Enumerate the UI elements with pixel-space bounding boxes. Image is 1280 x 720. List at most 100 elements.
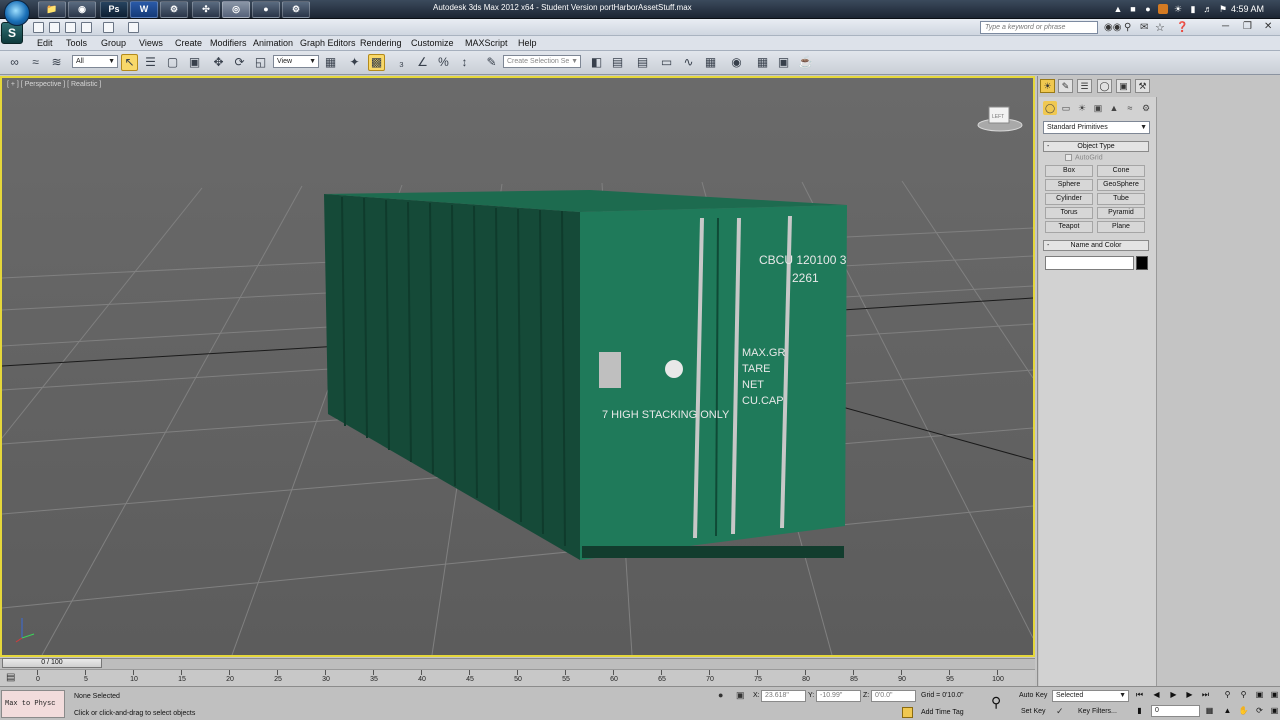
window-crossing-icon[interactable]: ▣ xyxy=(186,54,203,71)
3dsmax-taskbar-icon[interactable]: ◎ xyxy=(222,1,250,18)
steam-icon[interactable]: ⚙ xyxy=(282,1,310,18)
go-to-end-icon[interactable]: ⏭ xyxy=(1199,689,1212,701)
select-manipulate-icon[interactable]: ✦ xyxy=(346,54,363,71)
flag-icon[interactable]: ⚑ xyxy=(1218,4,1228,14)
lock-selection-icon[interactable]: ● xyxy=(718,690,723,700)
maximize-viewport-icon[interactable]: ▣ xyxy=(1268,705,1280,717)
menu-maxscript[interactable]: MAXScript xyxy=(465,38,508,48)
tray-icon[interactable]: ● xyxy=(1143,4,1153,14)
project-folder-icon[interactable] xyxy=(128,22,139,33)
x-coordinate-field[interactable]: 23.618" xyxy=(761,690,806,702)
current-frame-field[interactable]: 0 xyxy=(1151,705,1200,717)
create-tab-icon[interactable]: ☀ xyxy=(1040,79,1055,93)
render-setup-icon[interactable]: ▦ xyxy=(754,54,771,71)
tray-icon[interactable]: ☀ xyxy=(1173,4,1183,14)
tray-icon[interactable] xyxy=(1158,4,1168,14)
name-and-color-rollout[interactable]: - Name and Color xyxy=(1043,240,1149,251)
rectangular-region-icon[interactable]: ▢ xyxy=(164,54,181,71)
shapes-icon[interactable]: ▭ xyxy=(1059,101,1073,115)
green-app-icon[interactable]: ● xyxy=(252,1,280,18)
box-button[interactable]: Box xyxy=(1045,165,1093,177)
reference-coordinate-dropdown[interactable]: View ▼ xyxy=(273,55,319,68)
lights-icon[interactable]: ☀ xyxy=(1075,101,1089,115)
go-to-start-icon[interactable]: ⏮ xyxy=(1133,689,1146,701)
zoom-extents-icon[interactable]: ▣ xyxy=(1253,689,1266,701)
utilities-tab-icon[interactable]: ⚒ xyxy=(1135,79,1150,93)
perspective-viewport[interactable]: 7 HIGH STACKING ONLY CBCU 120100 3 2261 … xyxy=(0,76,1035,657)
menu-modifiers[interactable]: Modifiers xyxy=(210,38,247,48)
save-icon[interactable] xyxy=(65,22,76,33)
menu-rendering[interactable]: Rendering xyxy=(360,38,402,48)
steam-like-icon[interactable]: ⚙ xyxy=(160,1,188,18)
systems-icon[interactable]: ⚙ xyxy=(1139,101,1153,115)
menu-animation[interactable]: Animation xyxy=(253,38,293,48)
filter-icon[interactable]: ✓ xyxy=(1056,706,1064,717)
select-object-icon[interactable]: ↖ xyxy=(121,54,138,71)
spinner-snap-icon[interactable]: ↕ xyxy=(456,54,473,71)
layer-manager-icon[interactable]: ▤ xyxy=(634,54,651,71)
pivot-center-icon[interactable]: ▦ xyxy=(322,54,339,71)
object-color-swatch[interactable] xyxy=(1136,256,1148,270)
menu-help[interactable]: Help xyxy=(518,38,537,48)
open-file-icon[interactable] xyxy=(49,22,60,33)
named-selection-dropdown[interactable]: Create Selection Se ▼ xyxy=(503,55,581,68)
communication-icon[interactable]: ✉ xyxy=(1140,22,1148,33)
time-tag-icon[interactable] xyxy=(902,707,913,718)
space-warps-icon[interactable]: ≈ xyxy=(1123,101,1137,115)
new-file-icon[interactable] xyxy=(33,22,44,33)
angle-snap-icon[interactable]: ∠ xyxy=(414,54,431,71)
menu-views[interactable]: Views xyxy=(139,38,163,48)
volume-icon[interactable]: ♬ xyxy=(1203,4,1213,14)
time-config-icon[interactable]: ▦ xyxy=(1203,705,1216,717)
orbit-icon[interactable]: ⟳ xyxy=(1253,705,1266,717)
graphite-ribbon-icon[interactable]: ▭ xyxy=(658,54,675,71)
close-icon[interactable]: ✕ xyxy=(1264,21,1272,32)
pyramid-button[interactable]: Pyramid xyxy=(1097,207,1145,219)
menu-create[interactable]: Create xyxy=(175,38,202,48)
zoom-icon[interactable]: ⚲ xyxy=(1221,689,1234,701)
set-key-button[interactable]: Set Key xyxy=(1021,708,1046,715)
rotate-icon[interactable]: ⟳ xyxy=(231,54,248,71)
tube-button[interactable]: Tube xyxy=(1097,193,1145,205)
key-mode-toggle-icon[interactable]: ▮ xyxy=(1133,705,1146,717)
primitive-type-dropdown[interactable]: Standard Primitives ▼ xyxy=(1043,121,1150,134)
key-mode-dropdown[interactable]: Selected ▼ xyxy=(1052,690,1129,702)
y-coordinate-field[interactable]: -10.99" xyxy=(816,690,861,702)
edit-named-selection-icon[interactable]: ✎ xyxy=(483,54,500,71)
link-icon[interactable]: ∞ xyxy=(6,54,23,71)
previous-frame-icon[interactable]: ◀ xyxy=(1150,689,1163,701)
maxscript-listener[interactable]: Max to Physc xyxy=(1,690,65,718)
word-icon[interactable]: W xyxy=(130,1,158,18)
align-icon[interactable]: ▤ xyxy=(609,54,626,71)
redo-icon[interactable] xyxy=(103,22,114,33)
z-coordinate-field[interactable]: 0'0.0" xyxy=(871,690,916,702)
autogrid-checkbox[interactable]: AutoGrid xyxy=(1065,154,1103,161)
absolute-mode-icon[interactable]: ▣ xyxy=(736,690,745,701)
zoom-extents-all-icon[interactable]: ▣ xyxy=(1268,689,1280,701)
modify-tab-icon[interactable]: ✎ xyxy=(1058,79,1073,93)
viewport-label-menu[interactable]: [ + ] [ Perspective ] [ Realistic ] xyxy=(7,81,101,88)
helpers-icon[interactable]: ▲ xyxy=(1107,101,1121,115)
curve-editor-icon[interactable]: ∿ xyxy=(680,54,697,71)
favorites-icon[interactable]: ☆ xyxy=(1155,21,1165,34)
bind-space-warp-icon[interactable]: ≋ xyxy=(48,54,65,71)
key-icon[interactable]: ⚲ xyxy=(1124,22,1131,33)
sphere-button[interactable]: Sphere xyxy=(1045,179,1093,191)
zoom-all-icon[interactable]: ⚲ xyxy=(1237,689,1250,701)
cylinder-button[interactable]: Cylinder xyxy=(1045,193,1093,205)
percent-snap-icon[interactable]: % xyxy=(435,54,452,71)
schematic-view-icon[interactable]: ▦ xyxy=(702,54,719,71)
next-frame-icon[interactable]: ▶ xyxy=(1183,689,1196,701)
material-editor-icon[interactable]: ◉ xyxy=(728,54,745,71)
menu-tools[interactable]: Tools xyxy=(66,38,87,48)
rendered-frame-window-icon[interactable]: ▣ xyxy=(775,54,792,71)
snaps-toggle-icon[interactable]: ₃ xyxy=(393,54,410,71)
render-production-icon[interactable]: ☕ xyxy=(797,54,814,71)
selection-filter-dropdown[interactable]: All ▼ xyxy=(72,55,118,68)
set-key-icon[interactable]: ⚲ xyxy=(991,694,1001,711)
binoculars-icon[interactable]: ◉◉ xyxy=(1104,22,1121,33)
select-by-name-icon[interactable]: ☰ xyxy=(142,54,159,71)
app-icon[interactable]: ✣ xyxy=(192,1,220,18)
explorer-icon[interactable]: 📁 xyxy=(38,1,66,18)
torus-button[interactable]: Torus xyxy=(1045,207,1093,219)
